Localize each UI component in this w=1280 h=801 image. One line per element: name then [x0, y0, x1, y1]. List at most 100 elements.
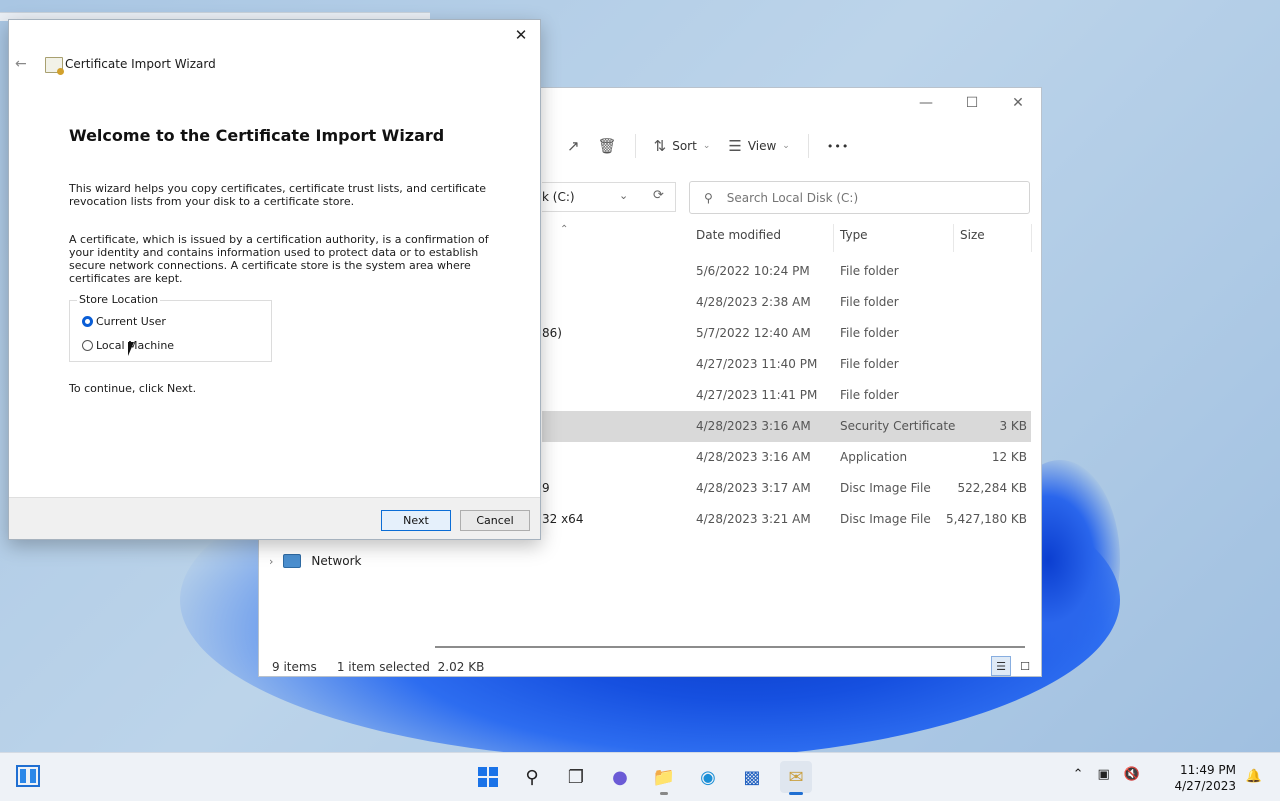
- table-row[interactable]: 4/27/2023 11:40 PM File folder: [542, 349, 1031, 380]
- more-icon: •••: [826, 139, 850, 153]
- column-type[interactable]: Type: [840, 228, 868, 242]
- file-type: File folder: [840, 357, 899, 371]
- close-icon[interactable]: ✕: [508, 24, 534, 46]
- radio-local-machine-indicator[interactable]: [82, 340, 93, 351]
- radio-current-user[interactable]: Current User: [82, 315, 166, 328]
- file-date: 5/6/2022 10:24 PM: [696, 264, 810, 278]
- volume-muted-icon[interactable]: 🔇: [1124, 767, 1140, 782]
- trash-icon: 🗑: [597, 137, 617, 155]
- explorer-toolbar: ↗ 🗑 ⇅ Sort ⌄ ☰ View ⌄ •••: [567, 132, 849, 160]
- tiles-view-icon[interactable]: ☐: [1015, 656, 1035, 676]
- maximize-icon[interactable]: ☐: [949, 88, 995, 118]
- file-type: File folder: [840, 264, 899, 278]
- address-dropdown-icon[interactable]: ⌄: [619, 189, 628, 202]
- file-size: 5,427,180 KB: [946, 512, 1027, 526]
- view-label: View: [747, 139, 777, 153]
- certificate-icon: [45, 57, 64, 75]
- file-type: Disc Image File: [840, 512, 931, 526]
- file-date: 4/28/2023 3:17 AM: [696, 481, 811, 495]
- horizontal-scrollbar[interactable]: [435, 646, 1025, 648]
- next-button[interactable]: Next: [381, 510, 451, 531]
- chat-icon[interactable]: ●: [604, 761, 636, 793]
- refresh-icon[interactable]: ⟳: [653, 188, 664, 203]
- file-type: Security Certificate: [840, 419, 956, 433]
- store-icon[interactable]: ▩: [736, 761, 768, 793]
- widgets-icon[interactable]: [16, 765, 40, 787]
- notification-icon[interactable]: 🔔: [1246, 769, 1262, 784]
- running-indicator: [660, 792, 668, 795]
- details-view-icon[interactable]: ☰: [991, 656, 1011, 676]
- file-date: 4/27/2023 11:41 PM: [696, 388, 818, 402]
- file-type: File folder: [840, 295, 899, 309]
- file-name: 32 x64: [542, 512, 584, 526]
- clock[interactable]: 11:49 PM 4/27/2023: [1174, 762, 1236, 794]
- minimize-icon[interactable]: —: [903, 88, 949, 118]
- toolbar-divider: [807, 134, 809, 158]
- file-explorer-icon[interactable]: 📁: [648, 761, 680, 795]
- share-icon: ↗: [567, 137, 580, 155]
- chevron-up-icon[interactable]: ⌃: [1073, 767, 1084, 782]
- wizard-heading: Welcome to the Certificate Import Wizard: [69, 126, 445, 145]
- nav-item-network[interactable]: › Network: [269, 554, 362, 568]
- view-toggles: ☰ ☐: [991, 656, 1035, 676]
- start-button[interactable]: [472, 761, 504, 793]
- table-row[interactable]: 4/28/2023 3:16 AM Security Certificate 3 K…: [542, 411, 1031, 442]
- network-status-icon[interactable]: ▣: [1098, 767, 1110, 782]
- back-arrow-icon[interactable]: ←: [15, 56, 27, 72]
- chevron-right-icon[interactable]: ›: [269, 555, 273, 568]
- file-name: 86): [542, 326, 562, 340]
- file-date: 5/7/2022 12:40 AM: [696, 326, 811, 340]
- table-row[interactable]: 4/27/2023 11:41 PM File folder: [542, 380, 1031, 411]
- radio-current-user-label: Current User: [96, 315, 166, 328]
- close-icon[interactable]: ✕: [995, 88, 1041, 118]
- file-date: 4/28/2023 3:21 AM: [696, 512, 811, 526]
- file-type: Application: [840, 450, 908, 464]
- table-row[interactable]: 4/28/2023 2:38 AM File folder: [542, 287, 1031, 318]
- radio-current-user-indicator[interactable]: [82, 316, 93, 327]
- column-divider: [833, 224, 834, 252]
- column-size[interactable]: Size: [960, 228, 985, 242]
- wizard-title: Certificate Import Wizard: [65, 57, 216, 71]
- view-button[interactable]: ☰ View ⌄: [728, 137, 789, 155]
- status-bar: 9 items 1 item selected 2.02 KB: [272, 660, 484, 674]
- sort-icon: ⇅: [653, 137, 667, 155]
- task-view-icon[interactable]: ❐: [560, 761, 592, 793]
- address-text: k (C:): [542, 190, 575, 204]
- wizard-intro-paragraph: This wizard helps you copy certificates,…: [69, 182, 486, 208]
- taskbar-apps: ⚲ ❐ ● 📁 ◉ ▩ ✉: [472, 761, 812, 795]
- column-divider: [1031, 224, 1032, 252]
- active-indicator: [789, 792, 803, 795]
- system-tray: ⌃ ▣ 🔇: [1073, 767, 1140, 782]
- certificate-wizard-task-icon[interactable]: ✉: [780, 761, 812, 795]
- clock-time: 11:49 PM: [1180, 763, 1236, 777]
- status-size: 2.02 KB: [437, 660, 485, 674]
- table-row[interactable]: 9 4/28/2023 3:17 AM Disc Image File 522,284…: [542, 473, 1031, 504]
- column-divider: [953, 224, 954, 252]
- table-row[interactable]: 5/6/2022 10:24 PM File folder: [542, 256, 1031, 287]
- file-size: 3 KB: [999, 419, 1027, 433]
- column-date-modified[interactable]: Date modified: [696, 228, 781, 242]
- file-type: Disc Image File: [840, 481, 931, 495]
- edge-icon[interactable]: ◉: [692, 761, 724, 793]
- windows-logo-icon: [478, 767, 498, 787]
- table-row[interactable]: 32 x64 4/28/2023 3:21 AM Disc Image File 5,…: [542, 504, 1031, 535]
- search-icon: ⚲: [704, 190, 713, 205]
- more-options-button[interactable]: •••: [827, 140, 849, 153]
- file-date: 4/28/2023 3:16 AM: [696, 450, 811, 464]
- file-size: 12 KB: [991, 450, 1027, 464]
- cancel-button[interactable]: Cancel: [460, 510, 530, 531]
- share-button[interactable]: ↗: [567, 137, 580, 155]
- file-type: File folder: [840, 326, 899, 340]
- status-item-count: 9 items: [272, 660, 317, 674]
- sort-button[interactable]: ⇅ Sort ⌄: [654, 137, 711, 155]
- table-row[interactable]: 86) 5/7/2022 12:40 AM File folder: [542, 318, 1031, 349]
- delete-button[interactable]: 🗑: [598, 137, 617, 155]
- search-input[interactable]: [724, 189, 999, 206]
- table-row[interactable]: 4/28/2023 3:16 AM Application 12 KB: [542, 442, 1031, 473]
- toolbar-divider: [634, 134, 636, 158]
- certificate-import-wizard: ✕ ← Certificate Import Wizard Welcome to…: [8, 19, 541, 540]
- nav-network-label: Network: [311, 554, 362, 568]
- search-box[interactable]: ⚲: [689, 181, 1030, 214]
- search-icon[interactable]: ⚲: [516, 761, 548, 793]
- sort-direction-icon: ⌃: [560, 224, 569, 235]
